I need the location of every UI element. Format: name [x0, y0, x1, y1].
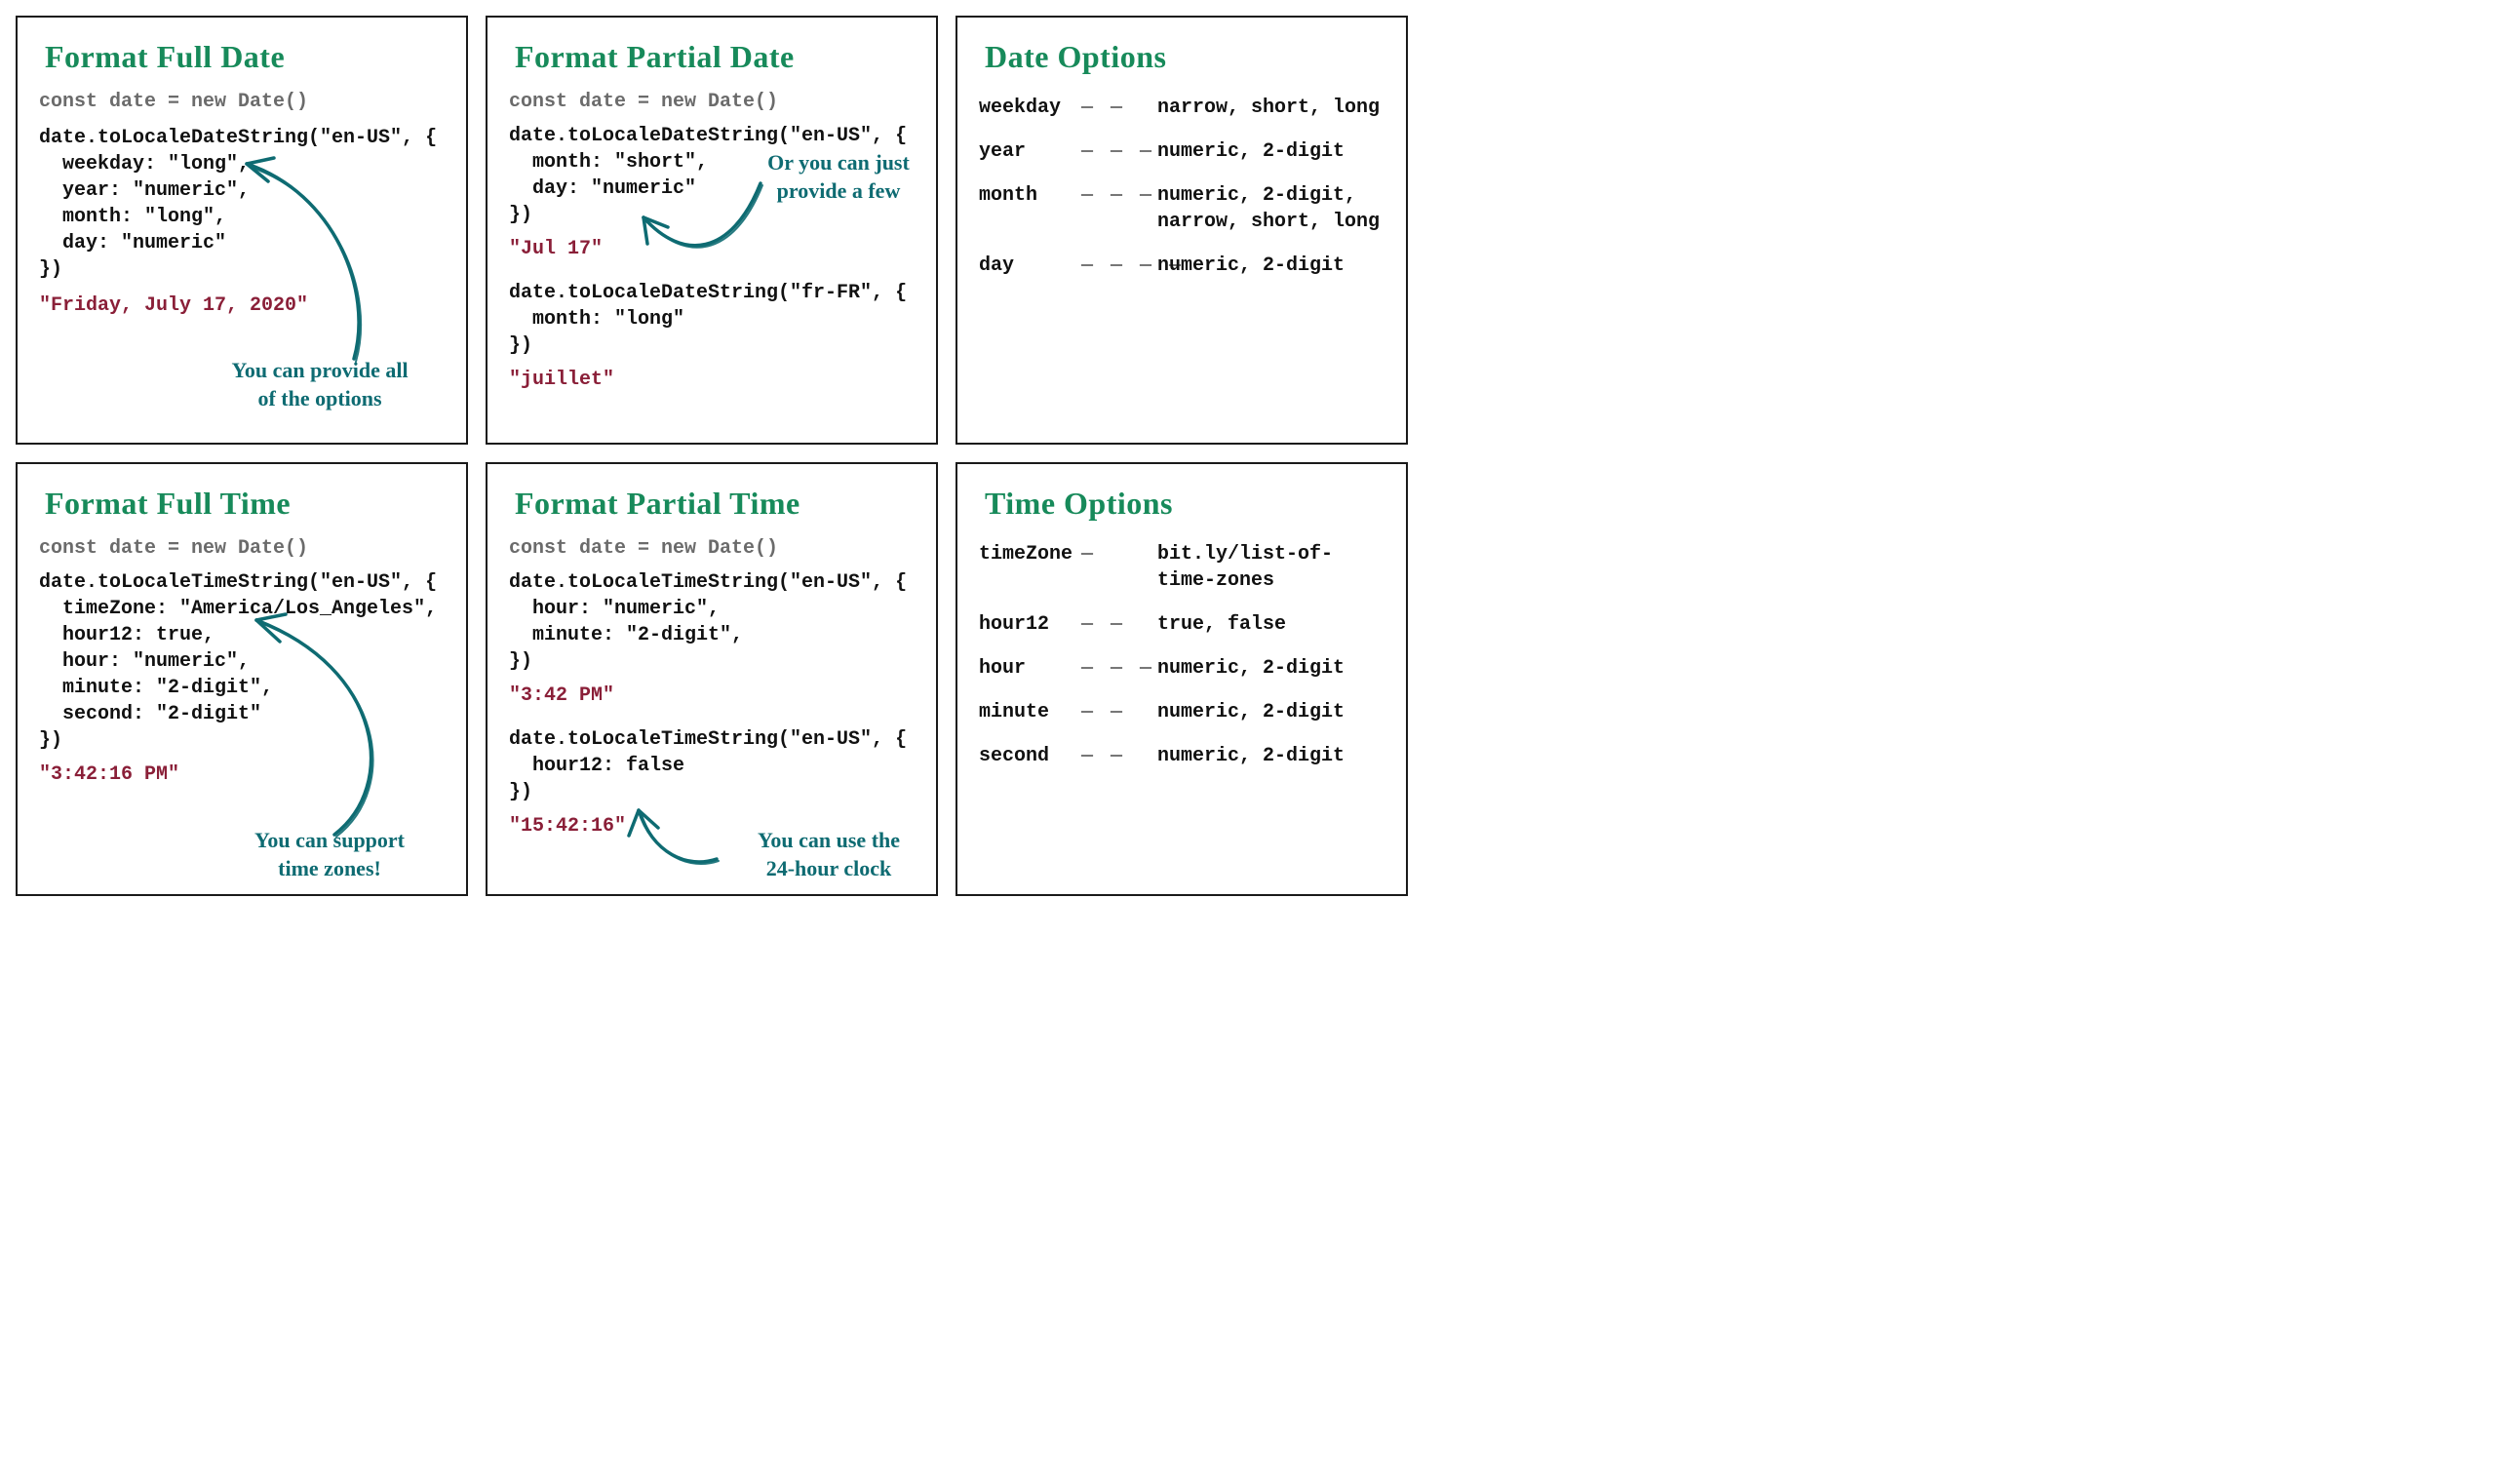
- option-dashes: — — —: [1081, 138, 1150, 165]
- option-values: narrow, short, long: [1157, 95, 1384, 121]
- option-values: numeric, 2-digit: [1157, 253, 1384, 279]
- annotation-text: Or you can just provide a few: [741, 149, 936, 205]
- card-format-partial-date: Format Partial Date const date = new Dat…: [486, 16, 938, 445]
- cheatsheet-grid: Format Full Date const date = new Date()…: [0, 0, 1424, 912]
- card-format-full-time: Format Full Time const date = new Date()…: [16, 462, 468, 896]
- options-list: weekday— — narrow, short, long year— — — nu…: [979, 95, 1384, 279]
- option-key: hour: [979, 655, 1081, 682]
- option-row: timeZone— bit.ly/list-of-time-zones: [979, 541, 1384, 594]
- code-block: date.toLocaleTimeString("en-US", { hour:…: [509, 569, 915, 675]
- code-block: date.toLocaleDateString("fr-FR", { month…: [509, 280, 915, 359]
- card-time-options: Time Options timeZone— bit.ly/list-of-tim…: [956, 462, 1408, 896]
- code-declaration: const date = new Date(): [39, 89, 445, 115]
- option-key: timeZone: [979, 541, 1081, 567]
- option-dashes: — —: [1081, 611, 1150, 638]
- code-declaration: const date = new Date(): [39, 535, 445, 562]
- annotation-text: You can provide all of the options: [193, 357, 447, 412]
- option-row: hour12— — true, false: [979, 611, 1384, 638]
- option-row: second— — numeric, 2-digit: [979, 743, 1384, 769]
- card-title: Format Partial Date: [515, 39, 915, 75]
- option-key: hour12: [979, 611, 1081, 638]
- option-key: day: [979, 253, 1081, 279]
- code-output: "3:42:16 PM": [39, 762, 445, 788]
- option-values: numeric, 2-digit: [1157, 655, 1384, 682]
- option-key: month: [979, 182, 1081, 209]
- annotation-text: You can use the 24-hour clock: [722, 827, 936, 882]
- option-values: numeric, 2-digit: [1157, 138, 1384, 165]
- option-values: true, false: [1157, 611, 1384, 638]
- code-output: "juillet": [509, 367, 915, 393]
- code-block: date.toLocaleTimeString("en-US", { timeZ…: [39, 569, 445, 754]
- card-title: Format Full Date: [45, 39, 445, 75]
- code-block: date.toLocaleTimeString("en-US", { hour1…: [509, 726, 915, 805]
- annotation-text: You can support time zones!: [217, 827, 442, 882]
- card-format-partial-time: Format Partial Time const date = new Dat…: [486, 462, 938, 896]
- code-declaration: const date = new Date(): [509, 535, 915, 562]
- card-title: Time Options: [985, 486, 1384, 522]
- option-dashes: — —: [1081, 699, 1150, 725]
- code-output: "Jul 17": [509, 236, 915, 262]
- option-values: bit.ly/list-of-time-zones: [1157, 541, 1384, 594]
- option-dashes: — —: [1081, 743, 1150, 769]
- option-values: numeric, 2-digit: [1157, 743, 1384, 769]
- code-block: date.toLocaleDateString("en-US", { weekd…: [39, 125, 445, 283]
- option-row: month— — — numeric, 2-digit, narrow, shor…: [979, 182, 1384, 235]
- option-key: year: [979, 138, 1081, 165]
- option-dashes: — — — —: [1081, 253, 1150, 279]
- code-declaration: const date = new Date(): [509, 89, 915, 115]
- card-format-full-date: Format Full Date const date = new Date()…: [16, 16, 468, 445]
- option-dashes: —: [1081, 541, 1150, 567]
- option-key: weekday: [979, 95, 1081, 121]
- code-output: "Friday, July 17, 2020": [39, 293, 445, 319]
- option-row: day— — — — numeric, 2-digit: [979, 253, 1384, 279]
- option-row: year— — — numeric, 2-digit: [979, 138, 1384, 165]
- card-date-options: Date Options weekday— — narrow, short, lo…: [956, 16, 1408, 445]
- option-key: second: [979, 743, 1081, 769]
- option-values: numeric, 2-digit, narrow, short, long: [1157, 182, 1384, 235]
- option-row: weekday— — narrow, short, long: [979, 95, 1384, 121]
- option-values: numeric, 2-digit: [1157, 699, 1384, 725]
- card-title: Format Partial Time: [515, 486, 915, 522]
- options-list: timeZone— bit.ly/list-of-time-zones hour12…: [979, 541, 1384, 769]
- option-dashes: — — —: [1081, 182, 1150, 209]
- code-output: "3:42 PM": [509, 683, 915, 709]
- option-key: minute: [979, 699, 1081, 725]
- card-title: Format Full Time: [45, 486, 445, 522]
- option-row: hour— — — numeric, 2-digit: [979, 655, 1384, 682]
- option-dashes: — —: [1081, 95, 1150, 121]
- option-row: minute— — numeric, 2-digit: [979, 699, 1384, 725]
- option-dashes: — — —: [1081, 655, 1150, 682]
- card-title: Date Options: [985, 39, 1384, 75]
